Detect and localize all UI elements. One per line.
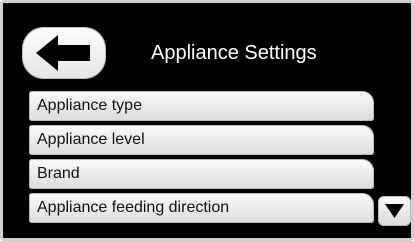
device-screen: Appliance Settings Appliance type Applia… <box>0 0 414 241</box>
down-triangle-icon <box>385 204 404 218</box>
left-arrow-icon <box>36 35 90 71</box>
scroll-down-button[interactable] <box>378 196 411 226</box>
settings-menu: Appliance type Appliance level Brand App… <box>29 91 374 227</box>
back-button[interactable] <box>22 27 106 79</box>
menu-item-appliance-feeding-direction[interactable]: Appliance feeding direction <box>29 193 374 223</box>
menu-item-appliance-type[interactable]: Appliance type <box>29 91 374 121</box>
menu-item-appliance-level[interactable]: Appliance level <box>29 125 374 155</box>
menu-item-brand[interactable]: Brand <box>29 159 374 189</box>
page-title: Appliance Settings <box>151 42 317 64</box>
